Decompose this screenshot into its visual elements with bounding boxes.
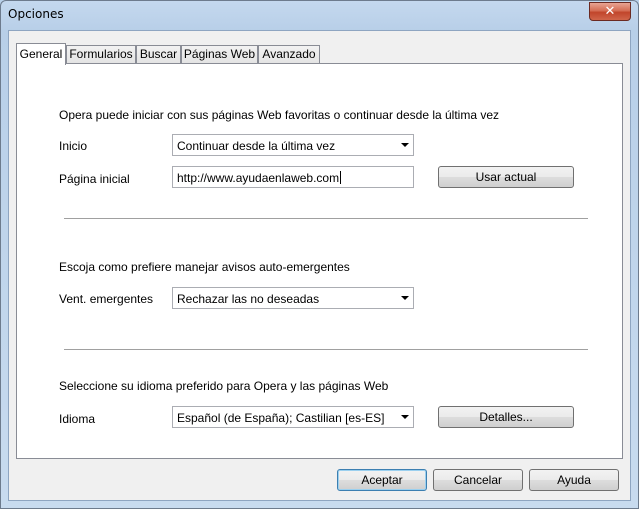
close-icon: ✕ bbox=[604, 4, 616, 19]
language-label: Idioma bbox=[59, 412, 96, 426]
close-button[interactable]: ✕ bbox=[589, 2, 631, 21]
popups-label: Vent. emergentes bbox=[59, 292, 154, 306]
text-caret bbox=[340, 171, 342, 184]
tab-paginas-web[interactable]: Páginas Web bbox=[181, 45, 258, 64]
chevron-down-icon bbox=[401, 296, 409, 300]
chevron-down-icon bbox=[401, 415, 409, 419]
tab-buscar[interactable]: Buscar bbox=[136, 45, 181, 64]
tab-formularios[interactable]: Formularios bbox=[66, 45, 136, 64]
cancel-button[interactable]: Cancelar bbox=[433, 469, 523, 491]
section-divider bbox=[64, 349, 588, 351]
homepage-label: Página inicial bbox=[59, 172, 130, 186]
chevron-down-icon bbox=[401, 143, 409, 147]
homepage-input[interactable]: http://www.ayudaenlaweb.com bbox=[172, 166, 414, 188]
language-dropdown[interactable]: Español (de España); Castilian [es-ES] bbox=[172, 406, 414, 428]
language-selected-value: Español (de España); Castilian [es-ES] bbox=[177, 411, 385, 425]
startup-description: Opera puede iniciar con sus páginas Web … bbox=[59, 108, 500, 122]
inicio-selected-value: Continuar desde la última vez bbox=[177, 139, 336, 153]
section-divider bbox=[64, 218, 588, 220]
tab-avanzado[interactable]: Avanzado bbox=[258, 45, 320, 64]
dialog-client-area: General Formularios Buscar Páginas Web A… bbox=[8, 30, 631, 501]
popups-description: Escoja como prefiere manejar avisos auto… bbox=[59, 260, 350, 274]
details-button[interactable]: Detalles... bbox=[438, 406, 574, 428]
homepage-value: http://www.ayudaenlaweb.com bbox=[177, 171, 340, 185]
inicio-dropdown[interactable]: Continuar desde la última vez bbox=[172, 134, 414, 156]
popups-selected-value: Rechazar las no deseadas bbox=[177, 292, 320, 306]
window-title: Opciones bbox=[8, 7, 64, 21]
accept-button[interactable]: Aceptar bbox=[337, 469, 427, 491]
language-description: Seleccione su idioma preferido para Oper… bbox=[59, 379, 389, 393]
use-current-button[interactable]: Usar actual bbox=[438, 166, 574, 188]
popups-dropdown[interactable]: Rechazar las no deseadas bbox=[172, 287, 414, 309]
help-button[interactable]: Ayuda bbox=[529, 469, 619, 491]
tab-general[interactable]: General bbox=[16, 43, 66, 65]
inicio-label: Inicio bbox=[59, 139, 88, 153]
options-dialog: Opciones ✕ General Formularios Buscar Pá… bbox=[0, 0, 639, 509]
general-tab-panel: Opera puede iniciar con sus páginas Web … bbox=[16, 63, 623, 459]
title-bar[interactable]: Opciones ✕ bbox=[1, 1, 638, 29]
